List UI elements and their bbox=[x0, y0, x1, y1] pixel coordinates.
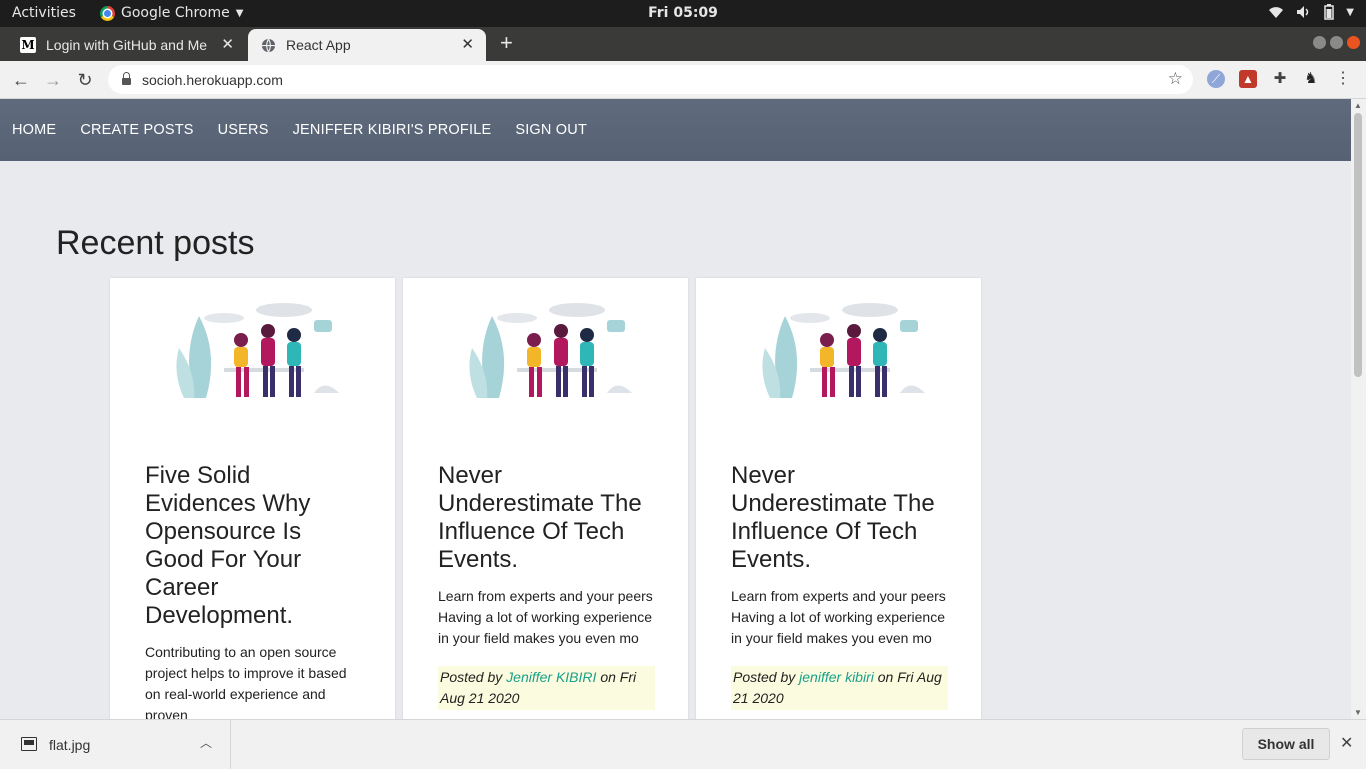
minimize-window-button[interactable] bbox=[1313, 36, 1326, 49]
posted-by-label: Posted by bbox=[440, 669, 503, 685]
post-card[interactable]: Five Solid Evidences Why Opensource Is G… bbox=[110, 278, 395, 719]
tab-react-app[interactable]: React App ✕ bbox=[248, 29, 486, 61]
post-card[interactable]: Never Underestimate The Influence Of Tec… bbox=[403, 278, 688, 719]
bookmark-star-icon[interactable]: ☆ bbox=[1168, 69, 1183, 89]
download-item[interactable]: flat.jpg ︿ bbox=[0, 720, 231, 769]
download-shelf: flat.jpg ︿ Show all ✕ bbox=[0, 719, 1366, 769]
lock-icon[interactable] bbox=[122, 72, 131, 85]
system-top-bar: Activities Google Chrome ▼ Fri 05:09 ▼ bbox=[0, 0, 1366, 27]
tab-title: React App bbox=[286, 37, 351, 53]
scroll-up-icon[interactable]: ▲ bbox=[1354, 101, 1362, 110]
scrollbar-thumb[interactable] bbox=[1354, 113, 1362, 377]
post-title[interactable]: Never Underestimate The Influence Of Tec… bbox=[438, 462, 658, 574]
post-image bbox=[176, 303, 339, 398]
nav-home-link[interactable]: HOME bbox=[12, 122, 56, 138]
wifi-icon bbox=[1269, 7, 1284, 18]
system-clock[interactable]: Fri 05:09 bbox=[0, 5, 1366, 21]
nav-users-link[interactable]: USERS bbox=[218, 122, 269, 138]
nav-sign-out-link[interactable]: SIGN OUT bbox=[515, 122, 587, 138]
nav-profile-link[interactable]: JENIFFER KIBIRI'S PROFILE bbox=[293, 122, 492, 138]
extension-icon[interactable]: ▲ bbox=[1239, 70, 1257, 88]
image-file-icon bbox=[21, 737, 37, 751]
puzzle-extensions-icon[interactable]: ✚ bbox=[1271, 70, 1289, 88]
on-label: on bbox=[600, 669, 616, 685]
chevron-up-icon[interactable]: ︿ bbox=[200, 734, 212, 751]
post-image bbox=[762, 303, 925, 398]
scroll-down-icon[interactable]: ▼ bbox=[1354, 708, 1362, 717]
tab-login-github[interactable]: M Login with GitHub and Me ✕ bbox=[8, 29, 246, 61]
back-button[interactable]: ← bbox=[8, 67, 34, 93]
reload-button[interactable]: ↻ bbox=[72, 67, 98, 93]
forward-button[interactable]: → bbox=[40, 67, 66, 93]
on-label: on bbox=[877, 669, 894, 685]
close-window-button[interactable] bbox=[1347, 36, 1360, 49]
caret-down-icon: ▼ bbox=[1346, 6, 1354, 18]
section-title: Recent posts bbox=[56, 224, 255, 262]
tab-title: Login with GitHub and Me bbox=[46, 37, 208, 53]
show-all-button[interactable]: Show all bbox=[1242, 728, 1330, 760]
post-excerpt: Contributing to an open source project h… bbox=[145, 644, 347, 719]
battery-icon bbox=[1324, 4, 1335, 20]
more-menu-icon[interactable]: ⋮ bbox=[1334, 70, 1352, 88]
author-link[interactable]: jeniffer kibiri bbox=[799, 669, 874, 685]
posted-by-label: Posted by bbox=[733, 669, 796, 685]
window-controls bbox=[1313, 36, 1360, 49]
globe-icon bbox=[260, 37, 276, 53]
post-title[interactable]: Never Underestimate The Influence Of Tec… bbox=[731, 462, 951, 574]
post-image bbox=[469, 303, 632, 398]
browser-toolbar: ← → ↻ socioh.herokuapp.com ☆ ⟋ ▲ ✚ ♞ ⋮ bbox=[0, 61, 1366, 99]
download-filename[interactable]: flat.jpg bbox=[49, 737, 90, 753]
extension-icon[interactable]: ⟋ bbox=[1207, 70, 1225, 88]
volume-icon bbox=[1297, 6, 1309, 18]
page-scrollbar[interactable]: ▲ ▼ bbox=[1351, 99, 1366, 719]
close-tab-icon[interactable]: ✕ bbox=[221, 35, 234, 53]
url-text[interactable]: socioh.herokuapp.com bbox=[142, 72, 283, 88]
new-tab-button[interactable]: + bbox=[500, 30, 513, 56]
post-title[interactable]: Five Solid Evidences Why Opensource Is G… bbox=[145, 462, 365, 630]
web-page: HOME CREATE POSTS USERS JENIFFER KIBIRI'… bbox=[0, 99, 1351, 719]
profile-avatar[interactable]: ♞ bbox=[1302, 70, 1320, 88]
medium-icon: M bbox=[20, 37, 36, 53]
nav-create-posts-link[interactable]: CREATE POSTS bbox=[80, 122, 193, 138]
post-excerpt: Learn from experts and your peers Having… bbox=[731, 588, 946, 646]
maximize-window-button[interactable] bbox=[1330, 36, 1343, 49]
close-icon[interactable]: ✕ bbox=[1340, 733, 1353, 753]
site-navbar: HOME CREATE POSTS USERS JENIFFER KIBIRI'… bbox=[0, 99, 1351, 161]
post-excerpt: Learn from experts and your peers Having… bbox=[438, 588, 653, 646]
system-tray[interactable]: ▼ bbox=[1268, 4, 1354, 20]
post-card[interactable]: Never Underestimate The Influence Of Tec… bbox=[696, 278, 981, 719]
post-meta: Posted by jeniffer kibiri on Fri Aug 21 … bbox=[731, 666, 948, 710]
tab-strip: M Login with GitHub and Me ✕ React App ✕… bbox=[0, 27, 1366, 61]
close-tab-icon[interactable]: ✕ bbox=[461, 35, 474, 53]
post-meta: Posted by Jeniffer KIBIRI on Fri Aug 21 … bbox=[438, 666, 655, 710]
author-link[interactable]: Jeniffer KIBIRI bbox=[506, 669, 596, 685]
address-bar[interactable]: socioh.herokuapp.com ☆ bbox=[108, 65, 1193, 94]
